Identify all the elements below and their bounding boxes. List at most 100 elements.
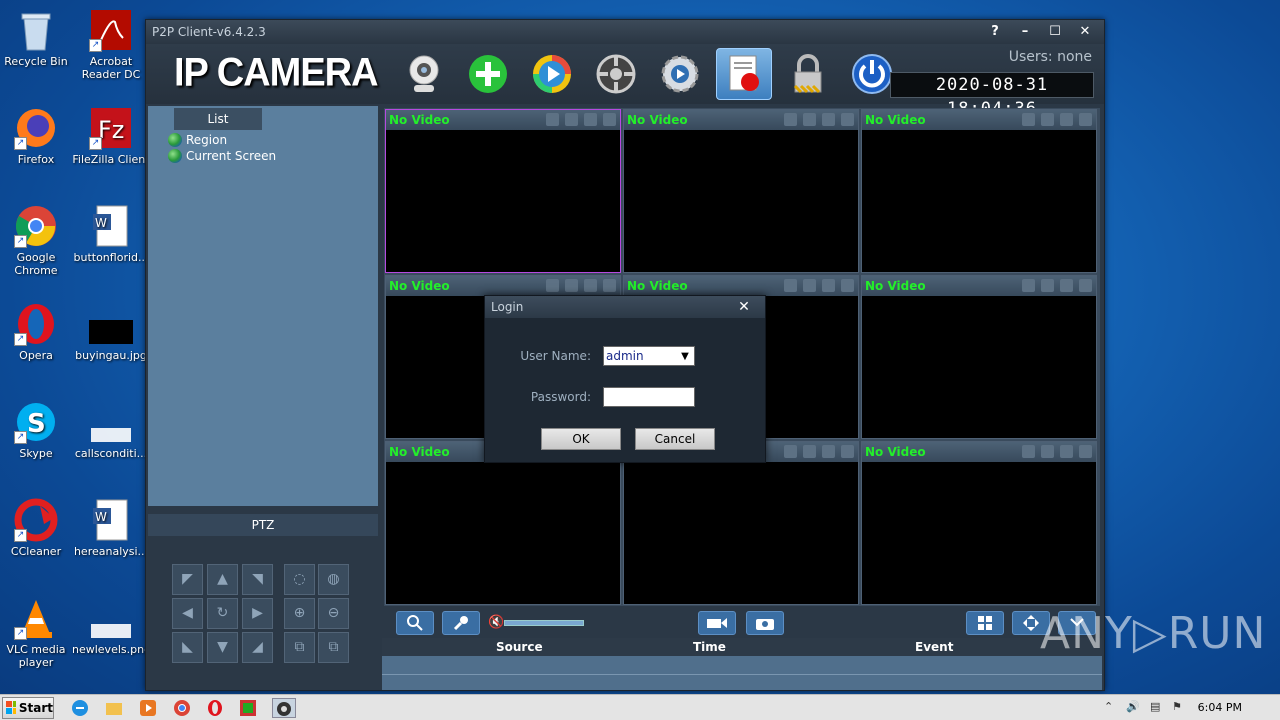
record-small-icon[interactable] [841,113,854,126]
speaker-icon[interactable] [803,113,816,126]
login-close-button[interactable]: ✕ [729,297,759,317]
ptz-up-button[interactable]: ▲ [207,564,238,595]
cancel-button[interactable]: Cancel [635,428,715,450]
wrench-icon[interactable] [546,113,559,126]
speaker-icon[interactable] [1041,445,1054,458]
ptz-icon[interactable] [588,48,644,100]
zoom-in-button[interactable]: ⊕ [284,598,315,629]
volume-slider[interactable] [504,620,584,626]
focus-near-button[interactable]: ◌ [284,564,315,595]
opera-taskbar-icon[interactable] [205,698,225,718]
playback-icon[interactable] [524,48,580,100]
add-icon[interactable] [460,48,516,100]
maximize-button[interactable]: ☐ [1042,22,1068,42]
zoom-out-button[interactable]: ⊖ [318,598,349,629]
speaker-icon[interactable] [803,279,816,292]
wrench-icon[interactable] [784,113,797,126]
webcam-icon[interactable] [396,48,452,100]
wrench-icon[interactable] [784,445,797,458]
settings-icon[interactable] [652,48,708,100]
ptz-right-button[interactable]: ▶ [242,598,273,629]
video-cell[interactable]: No Video [861,275,1097,439]
ptz-down-right-button[interactable]: ◢ [242,632,273,663]
speaker-icon[interactable] [565,279,578,292]
desktop-icon-newlevels[interactable]: newlevels.png [72,596,151,656]
desktop-icon-hereanalysi[interactable]: W hereanalysi... [72,498,150,558]
ptz-down-left-button[interactable]: ◣ [172,632,203,663]
ptz-up-left-button[interactable]: ◤ [172,564,203,595]
desktop-icon-recycle-bin[interactable]: Recycle Bin [0,8,75,68]
wrench-icon[interactable] [784,279,797,292]
ptz-down-button[interactable]: ▼ [207,632,238,663]
record-small-icon[interactable] [841,279,854,292]
mute-icon[interactable]: 🔇 [488,615,504,630]
lock-icon[interactable] [780,48,836,100]
focus-far-button[interactable]: ◍ [318,564,349,595]
video-cell[interactable]: No Video [861,441,1097,605]
column-event[interactable]: Event [915,640,953,654]
speaker-icon[interactable] [1041,279,1054,292]
iris-close-button[interactable]: ⧉ [318,632,349,663]
username-select[interactable]: admin ▼ [603,346,695,366]
mic-icon[interactable] [822,445,835,458]
help-button[interactable]: ? [982,22,1008,42]
video-cell[interactable]: No Video [861,109,1097,273]
close-button[interactable]: ✕ [1072,22,1098,42]
show-hidden-icons-icon[interactable]: ⌃ [1104,700,1113,713]
mic-icon[interactable] [1060,279,1073,292]
network-tray-icon[interactable]: ▤ [1150,700,1160,713]
login-titlebar[interactable]: Login ✕ [485,296,765,318]
speaker-icon[interactable] [565,113,578,126]
video-cell[interactable]: No Video [385,441,621,605]
p2p-client-taskbar-icon[interactable] [272,698,296,718]
record-small-icon[interactable] [1079,113,1092,126]
ptz-up-right-button[interactable]: ◥ [242,564,273,595]
desktop-icon-callsconditi[interactable]: callsconditi... [72,400,150,460]
wrench-icon[interactable] [546,279,559,292]
tab-list[interactable]: List [174,108,262,130]
record-small-icon[interactable] [1079,445,1092,458]
desktop-icon-vlc[interactable]: ↗ VLC media player [0,596,75,669]
chrome-taskbar-icon[interactable] [172,698,192,718]
desktop-icon-firefox[interactable]: ↗ Firefox [0,106,75,166]
record-icon[interactable] [716,48,772,100]
minimize-button[interactable]: – [1012,22,1038,42]
desktop-icon-skype[interactable]: S ↗ Skype [0,400,75,460]
video-record-icon[interactable] [698,611,736,635]
mic-icon[interactable] [584,113,597,126]
desktop-icon-ccleaner[interactable]: ↗ CCleaner [0,498,75,558]
desktop-icon-buttonflorid[interactable]: W buttonflorid... [72,204,150,264]
key-icon[interactable] [442,611,480,635]
column-time[interactable]: Time [693,640,726,654]
mic-icon[interactable] [1060,445,1073,458]
dropdown-arrow-icon[interactable]: ▼ [678,348,692,364]
column-source[interactable]: Source [496,640,543,654]
mic-icon[interactable] [584,279,597,292]
titlebar[interactable]: P2P Client-v6.4.2.3 ? – ☐ ✕ [146,20,1104,44]
ptz-auto-button[interactable]: ↻ [207,598,238,629]
ptz-left-button[interactable]: ◀ [172,598,203,629]
ie-icon[interactable] [70,698,90,718]
start-button[interactable]: Start [2,697,54,719]
record-small-icon[interactable] [603,279,616,292]
snapshot-camera-icon[interactable] [746,611,784,635]
desktop-icon-buyingau[interactable]: buyingau.jpg [72,302,150,362]
wrench-icon[interactable] [1022,113,1035,126]
mic-icon[interactable] [822,279,835,292]
wrench-icon[interactable] [1022,279,1035,292]
taskbar-clock[interactable]: 6:04 PM [1198,701,1242,714]
app-taskbar-icon[interactable] [238,698,258,718]
tree-item-current-screen[interactable]: Current Screen [168,149,276,163]
wrench-icon[interactable] [1022,445,1035,458]
desktop-icon-filezilla[interactable]: Fz ↗ FileZilla Client [72,106,150,166]
desktop-icon-chrome[interactable]: ↗ Google Chrome [0,204,75,277]
video-cell[interactable]: No Video [385,109,621,273]
action-center-icon[interactable]: ⚑ [1172,700,1182,713]
desktop-icon-opera[interactable]: ↗ Opera [0,302,75,362]
zoom-icon[interactable] [396,611,434,635]
mic-icon[interactable] [1060,113,1073,126]
desktop-icon-acrobat[interactable]: ↗ Acrobat Reader DC [72,8,150,81]
speaker-icon[interactable] [1041,113,1054,126]
video-cell[interactable]: No Video [623,109,859,273]
volume-tray-icon[interactable]: 🔊 [1126,700,1140,713]
